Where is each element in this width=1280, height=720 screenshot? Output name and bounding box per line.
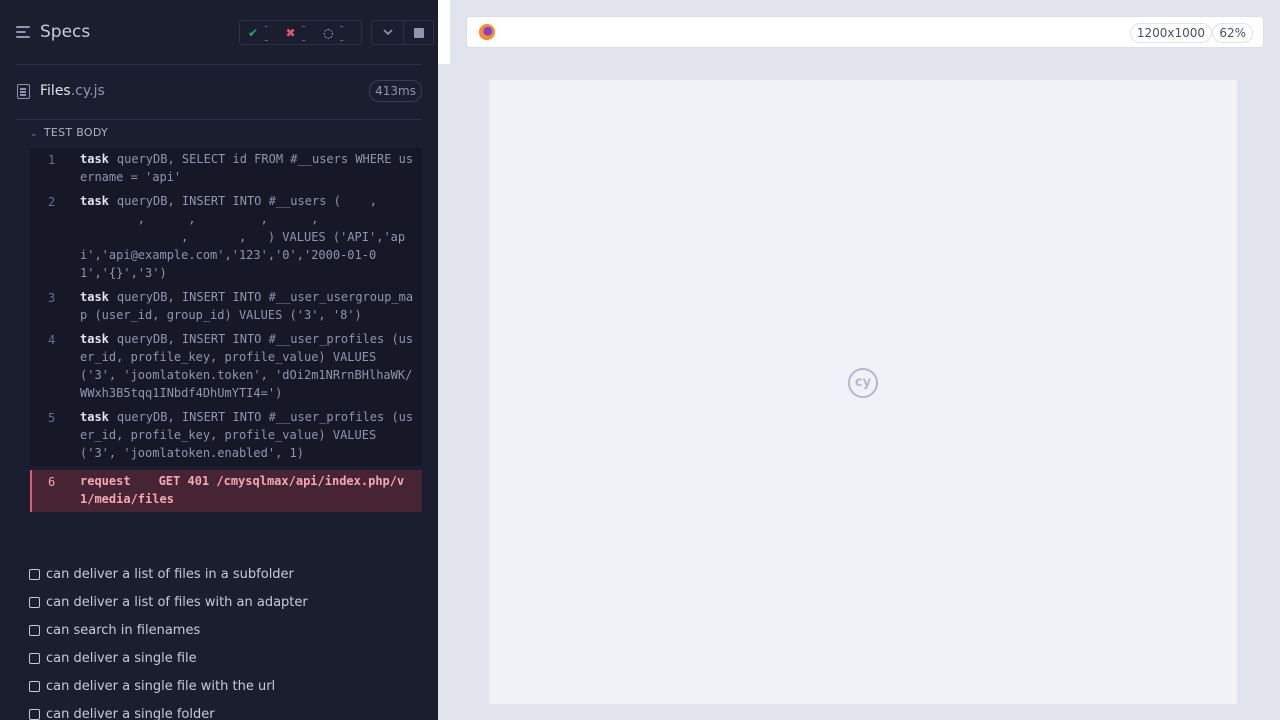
cypress-logo-icon: cy bbox=[848, 368, 878, 398]
command-message: queryDB, INSERT INTO #__user_usergroup_m… bbox=[80, 290, 414, 322]
duration-badge: 413ms bbox=[369, 80, 422, 102]
failed-count: -- bbox=[301, 18, 306, 47]
pending-test-icon bbox=[29, 568, 40, 580]
app-under-test-panel: 1200x1000 62% cy bbox=[450, 0, 1280, 720]
chevron-down-icon: ⌄ bbox=[30, 129, 38, 139]
test-body-toggle[interactable]: ⌄ TEST BODY bbox=[30, 126, 108, 139]
command-text: task queryDB, INSERT INTO #__user_profile… bbox=[80, 410, 413, 460]
document-icon bbox=[17, 84, 30, 99]
test-title: can deliver a single folder bbox=[46, 706, 215, 720]
pending-test-icon bbox=[29, 652, 40, 664]
test-item[interactable]: can deliver a single file with the url bbox=[28, 672, 428, 700]
firefox-icon bbox=[479, 24, 495, 40]
command-number: 3 bbox=[48, 291, 56, 305]
test-title: can deliver a list of files in a subfold… bbox=[46, 566, 294, 582]
test-item[interactable]: can deliver a list of files with an adap… bbox=[28, 588, 428, 616]
stop-icon bbox=[414, 28, 424, 38]
command-number: 1 bbox=[48, 153, 56, 167]
test-title: can deliver a single file bbox=[46, 650, 197, 666]
file-extension: .cy.js bbox=[70, 83, 105, 99]
command-row[interactable]: 2 task queryDB, INSERT INTO #__users ( , ,… bbox=[30, 190, 422, 286]
spec-file-name: Files.cy.js bbox=[40, 83, 105, 99]
test-body-label: TEST BODY bbox=[43, 126, 109, 139]
chevron-down-icon bbox=[383, 29, 393, 36]
command-name: task bbox=[80, 152, 109, 166]
viewport-size-badge[interactable]: 1200x1000 bbox=[1129, 23, 1212, 43]
test-item[interactable]: can search in filenames bbox=[28, 616, 428, 644]
test-title: can search in filenames bbox=[46, 622, 201, 638]
test-title: can deliver a single file with the url bbox=[46, 678, 276, 694]
pending-test-icon bbox=[29, 680, 40, 692]
command-text: task queryDB, SELECT id FROM #__users WHE… bbox=[80, 152, 413, 184]
command-text: task queryDB, INSERT INTO #__users ( , , … bbox=[80, 194, 405, 280]
command-number: 4 bbox=[48, 333, 56, 347]
command-row[interactable]: 3 task queryDB, INSERT INTO #__user_usergr… bbox=[30, 286, 422, 328]
command-number: 2 bbox=[48, 195, 56, 209]
command-message: queryDB, INSERT INTO #__user_profiles (u… bbox=[80, 332, 414, 400]
command-message: queryDB, INSERT INTO #__user_profiles (u… bbox=[80, 410, 414, 460]
x-icon: ✖ bbox=[285, 25, 296, 40]
panel-resizer[interactable] bbox=[438, 0, 450, 720]
command-row[interactable]: 5 task queryDB, INSERT INTO #__user_profil… bbox=[30, 406, 422, 466]
zoom-badge[interactable]: 62% bbox=[1212, 23, 1253, 43]
test-title: can deliver a list of files with an adap… bbox=[46, 594, 308, 610]
command-name: task bbox=[80, 332, 109, 346]
command-row-failed[interactable]: 6 request GET 401 /cmysqlmax/api/index.php… bbox=[30, 470, 422, 512]
command-number: 5 bbox=[48, 411, 56, 425]
spec-file-row[interactable]: Files.cy.js 413ms bbox=[0, 76, 438, 108]
passed-stat: ✔ -- bbox=[248, 19, 273, 47]
expand-collapse-button[interactable] bbox=[371, 20, 404, 45]
pending-count: -- bbox=[339, 18, 344, 47]
command-name: task bbox=[80, 194, 109, 208]
passed-count: -- bbox=[264, 18, 269, 47]
command-message: queryDB, SELECT id FROM #__users WHERE u… bbox=[80, 152, 414, 184]
command-number: 6 bbox=[48, 475, 56, 489]
command-name: task bbox=[80, 290, 109, 304]
file-basename: Files bbox=[40, 83, 71, 99]
command-text: task queryDB, INSERT INTO #__user_usergro… bbox=[80, 290, 413, 322]
reporter-panel: Specs ✔ -- ✖ -- ◌ -- Files.cy.js 413ms ⌄… bbox=[0, 0, 438, 720]
test-item[interactable]: can deliver a list of files in a subfold… bbox=[28, 560, 428, 588]
failed-stat: ✖ -- bbox=[286, 19, 311, 47]
reporter-header: Specs ✔ -- ✖ -- ◌ -- bbox=[0, 0, 438, 64]
divider bbox=[16, 119, 422, 120]
specs-menu-icon[interactable] bbox=[16, 25, 32, 39]
test-stats: ✔ -- ✖ -- ◌ -- bbox=[239, 19, 362, 47]
command-row[interactable]: 4 task queryDB, INSERT INTO #__user_profil… bbox=[30, 328, 422, 406]
command-log: 1 task queryDB, SELECT id FROM #__users WH… bbox=[30, 148, 422, 512]
pending-test-icon bbox=[29, 624, 40, 636]
command-text: task queryDB, INSERT INTO #__user_profile… bbox=[80, 332, 413, 400]
command-name: request bbox=[80, 474, 131, 488]
pending-stat: ◌ -- bbox=[323, 19, 348, 47]
specs-title[interactable]: Specs bbox=[40, 22, 90, 42]
check-icon: ✔ bbox=[248, 25, 259, 40]
command-message: queryDB, INSERT INTO #__users ( , , , , … bbox=[80, 194, 406, 280]
test-item[interactable]: can deliver a single file bbox=[28, 644, 428, 672]
divider bbox=[16, 64, 422, 65]
command-row[interactable]: 1 task queryDB, SELECT id FROM #__users WH… bbox=[30, 148, 422, 190]
command-text: request GET 401 /cmysqlmax/api/index.php/… bbox=[80, 474, 404, 506]
test-list: can deliver a list of files in a subfold… bbox=[28, 560, 428, 720]
pending-test-icon bbox=[29, 596, 40, 608]
pending-test-icon bbox=[29, 708, 40, 720]
spinner-icon: ◌ bbox=[323, 25, 334, 40]
test-item[interactable]: can deliver a single folder bbox=[28, 700, 428, 720]
stop-button[interactable] bbox=[403, 20, 434, 45]
command-name: task bbox=[80, 410, 109, 424]
aut-url-bar[interactable]: 1200x1000 62% bbox=[466, 16, 1264, 48]
aut-viewport: cy bbox=[489, 80, 1237, 704]
